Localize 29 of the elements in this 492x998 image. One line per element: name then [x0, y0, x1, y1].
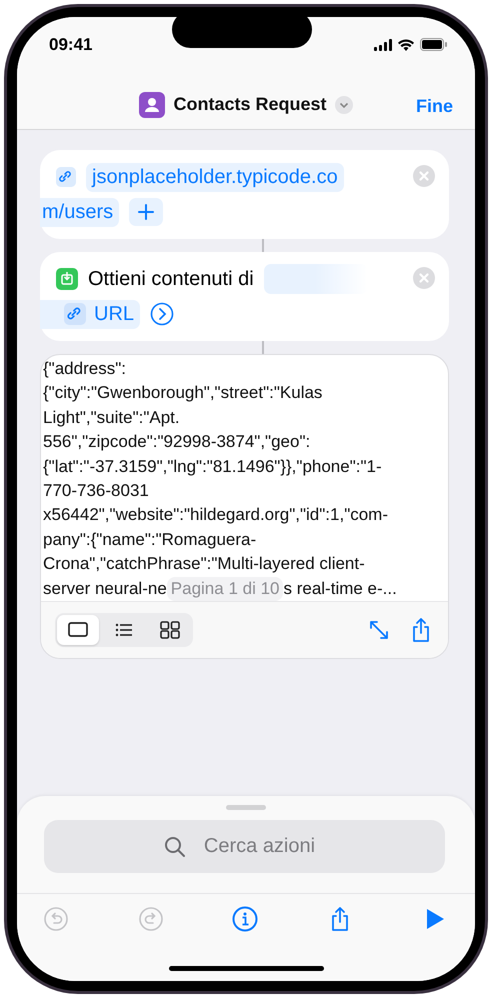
search-icon — [164, 836, 186, 858]
chevron-right-icon[interactable] — [150, 302, 174, 326]
output-text: s real-time e-... — [283, 578, 397, 600]
plus-icon — [137, 203, 156, 221]
search-field[interactable]: Cerca azioni — [44, 820, 445, 873]
undo-icon — [43, 906, 69, 932]
page-indicator: Pagina 1 di 10 — [166, 576, 284, 602]
grid-icon — [159, 619, 181, 642]
person-icon — [139, 92, 166, 118]
shortcut-title[interactable]: Contacts Request — [173, 94, 327, 115]
battery-icon — [420, 38, 447, 51]
info-button[interactable] — [232, 906, 258, 932]
redo-icon — [138, 906, 164, 932]
done-button[interactable]: Fine — [416, 96, 453, 117]
variable-token[interactable]: URL — [40, 300, 140, 328]
add-button[interactable] — [129, 198, 164, 226]
link-icon — [64, 303, 86, 325]
output-text: server neural-ne — [43, 578, 167, 600]
status-time: 09:41 — [49, 34, 92, 54]
sheet-handle[interactable] — [226, 805, 266, 810]
download-icon — [56, 268, 78, 290]
view-mode-tab[interactable] — [57, 615, 99, 646]
action-label: Ottieni contenuti di — [88, 268, 254, 290]
web-address-token[interactable]: m/users — [40, 198, 120, 226]
signal-icon — [374, 38, 392, 50]
web-address-token[interactable]: jsonplaceholder.typicode.co — [86, 162, 344, 192]
wifi-icon — [398, 38, 414, 50]
chevron-down-icon[interactable] — [334, 96, 353, 114]
info-icon — [232, 906, 258, 932]
